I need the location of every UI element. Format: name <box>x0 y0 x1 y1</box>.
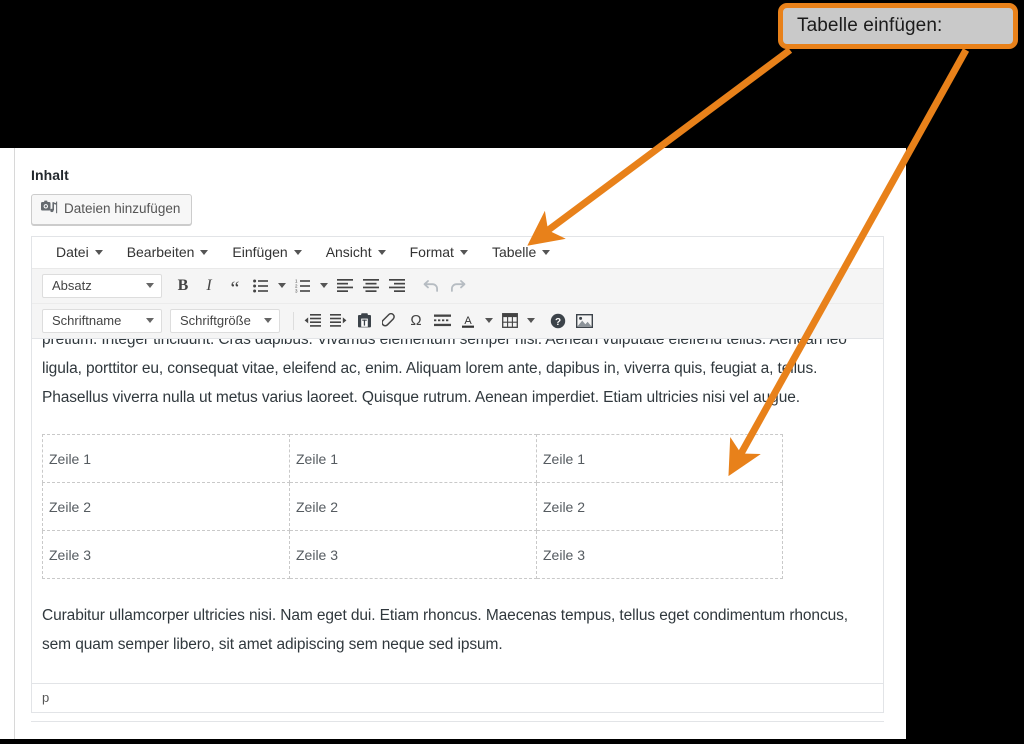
element-path: p <box>42 690 50 705</box>
menu-bearbeiten[interactable]: Bearbeiten <box>115 237 221 268</box>
add-media-label: Dateien hinzufügen <box>64 201 181 216</box>
align-center-icon[interactable] <box>358 273 384 299</box>
table-cell[interactable]: Zeile 3 <box>536 529 783 579</box>
menu-format[interactable]: Format <box>398 237 480 268</box>
chevron-down-icon <box>542 249 551 255</box>
table-row[interactable]: Zeile 1 Zeile 1 Zeile 1 <box>42 433 783 483</box>
font-size-value: Schriftgröße <box>180 313 251 328</box>
chevron-down-icon <box>264 318 272 323</box>
editor-menubar: Datei Bearbeiten Einfügen Ansicht Format… <box>32 236 883 269</box>
menu-bearbeiten-label: Bearbeiten <box>126 244 195 260</box>
clear-formatting-icon[interactable] <box>377 308 403 334</box>
menu-ansicht-label: Ansicht <box>325 244 372 260</box>
chevron-down-icon <box>200 249 209 255</box>
help-icon[interactable]: ? <box>545 308 571 334</box>
menu-datei[interactable]: Datei <box>44 237 115 268</box>
chevron-down-icon <box>320 283 328 288</box>
undo-icon[interactable] <box>418 273 444 299</box>
special-character-icon[interactable]: Ω <box>403 308 429 334</box>
content-paragraph-bottom: Curabitur ullamcorper ultricies nisi. Na… <box>42 606 848 653</box>
table-cell[interactable]: Zeile 1 <box>42 433 290 483</box>
svg-text:3: 3 <box>295 288 298 292</box>
table-cell[interactable]: Zeile 2 <box>289 481 537 531</box>
panel-bottom-divider <box>31 720 884 722</box>
bold-icon[interactable]: B <box>170 273 196 299</box>
menu-format-label: Format <box>409 244 454 260</box>
text-color-caret-icon[interactable] <box>481 308 497 334</box>
text-color-icon[interactable]: A <box>455 308 481 334</box>
menu-datei-label: Datei <box>56 244 89 260</box>
media-add-icon <box>41 200 58 218</box>
table-cell[interactable]: Zeile 3 <box>42 529 290 579</box>
menu-einfuegen[interactable]: Einfügen <box>220 237 313 268</box>
chevron-down-icon <box>459 249 468 255</box>
wordpress-content-editor: Inhalt Dateien hinzufügen Datei Bearbeit… <box>15 155 885 722</box>
editor-statusbar: p <box>31 682 884 713</box>
paragraph-format-value: Absatz <box>52 278 92 293</box>
editor-content-area[interactable]: pretium. Integer tincidunt. Cras dapibus… <box>31 338 884 683</box>
font-size-select[interactable]: Schriftgröße <box>170 308 280 333</box>
menu-einfuegen-label: Einfügen <box>232 244 288 260</box>
insert-read-more-icon[interactable] <box>429 308 455 334</box>
font-name-value: Schriftname <box>52 313 122 328</box>
table-row[interactable]: Zeile 3 Zeile 3 Zeile 3 <box>42 529 783 579</box>
menu-tabelle-label: Tabelle <box>491 244 537 260</box>
chevron-down-icon <box>94 249 103 255</box>
page-title: Inhalt <box>31 167 69 183</box>
paste-as-text-icon[interactable] <box>351 308 377 334</box>
svg-text:?: ? <box>555 317 561 328</box>
bullet-list-icon[interactable] <box>248 273 274 299</box>
screenshot-right-mask <box>906 0 1024 739</box>
menu-tabelle[interactable]: Tabelle <box>480 237 562 268</box>
chevron-down-icon <box>146 283 154 288</box>
content-paragraph-top: pretium. Integer tincidunt. Cras dapibus… <box>42 338 847 406</box>
paragraph-format-select[interactable]: Absatz <box>42 273 162 298</box>
table-cell[interactable]: Zeile 1 <box>289 433 537 483</box>
table-cell[interactable]: Zeile 2 <box>536 481 783 531</box>
table-cell[interactable]: Zeile 3 <box>289 529 537 579</box>
table-icon[interactable] <box>497 308 523 334</box>
table-cell[interactable]: Zeile 1 <box>536 433 783 483</box>
table-cell[interactable]: Zeile 2 <box>42 481 290 531</box>
insert-image-icon[interactable] <box>571 308 597 334</box>
editor-toolbar-row-1: Absatz B I “ 1 2 3 <box>32 268 883 304</box>
outdent-icon[interactable] <box>299 308 325 334</box>
align-right-icon[interactable] <box>384 273 410 299</box>
bullet-list-caret-icon[interactable] <box>274 273 290 299</box>
chevron-down-icon <box>146 318 154 323</box>
toolbar-separator <box>293 311 294 330</box>
chevron-down-icon <box>278 283 286 288</box>
table-row[interactable]: Zeile 2 Zeile 2 Zeile 2 <box>42 481 783 531</box>
editor-toolbar-row-2: Schriftname Schriftgröße Ω A ? <box>32 303 883 339</box>
italic-icon[interactable]: I <box>196 273 222 299</box>
chevron-down-icon <box>293 249 302 255</box>
blockquote-icon[interactable]: “ <box>222 270 248 302</box>
tinymce-toolbar-container: Datei Bearbeiten Einfügen Ansicht Format… <box>31 235 884 339</box>
add-media-button[interactable]: Dateien hinzufügen <box>31 194 193 225</box>
font-name-select[interactable]: Schriftname <box>42 308 162 333</box>
chevron-down-icon <box>377 249 386 255</box>
redo-icon[interactable] <box>444 273 470 299</box>
inserted-table[interactable]: Zeile 1 Zeile 1 Zeile 1 Zeile 2 Zeile 2 … <box>42 433 783 579</box>
chevron-down-icon <box>485 318 493 323</box>
chevron-down-icon <box>527 318 535 323</box>
menu-ansicht[interactable]: Ansicht <box>314 237 398 268</box>
indent-icon[interactable] <box>325 308 351 334</box>
numbered-list-icon[interactable]: 1 2 3 <box>290 273 316 299</box>
align-left-icon[interactable] <box>332 273 358 299</box>
table-caret-icon[interactable] <box>523 308 539 334</box>
numbered-list-caret-icon[interactable] <box>316 273 332 299</box>
svg-text:A: A <box>464 315 472 327</box>
